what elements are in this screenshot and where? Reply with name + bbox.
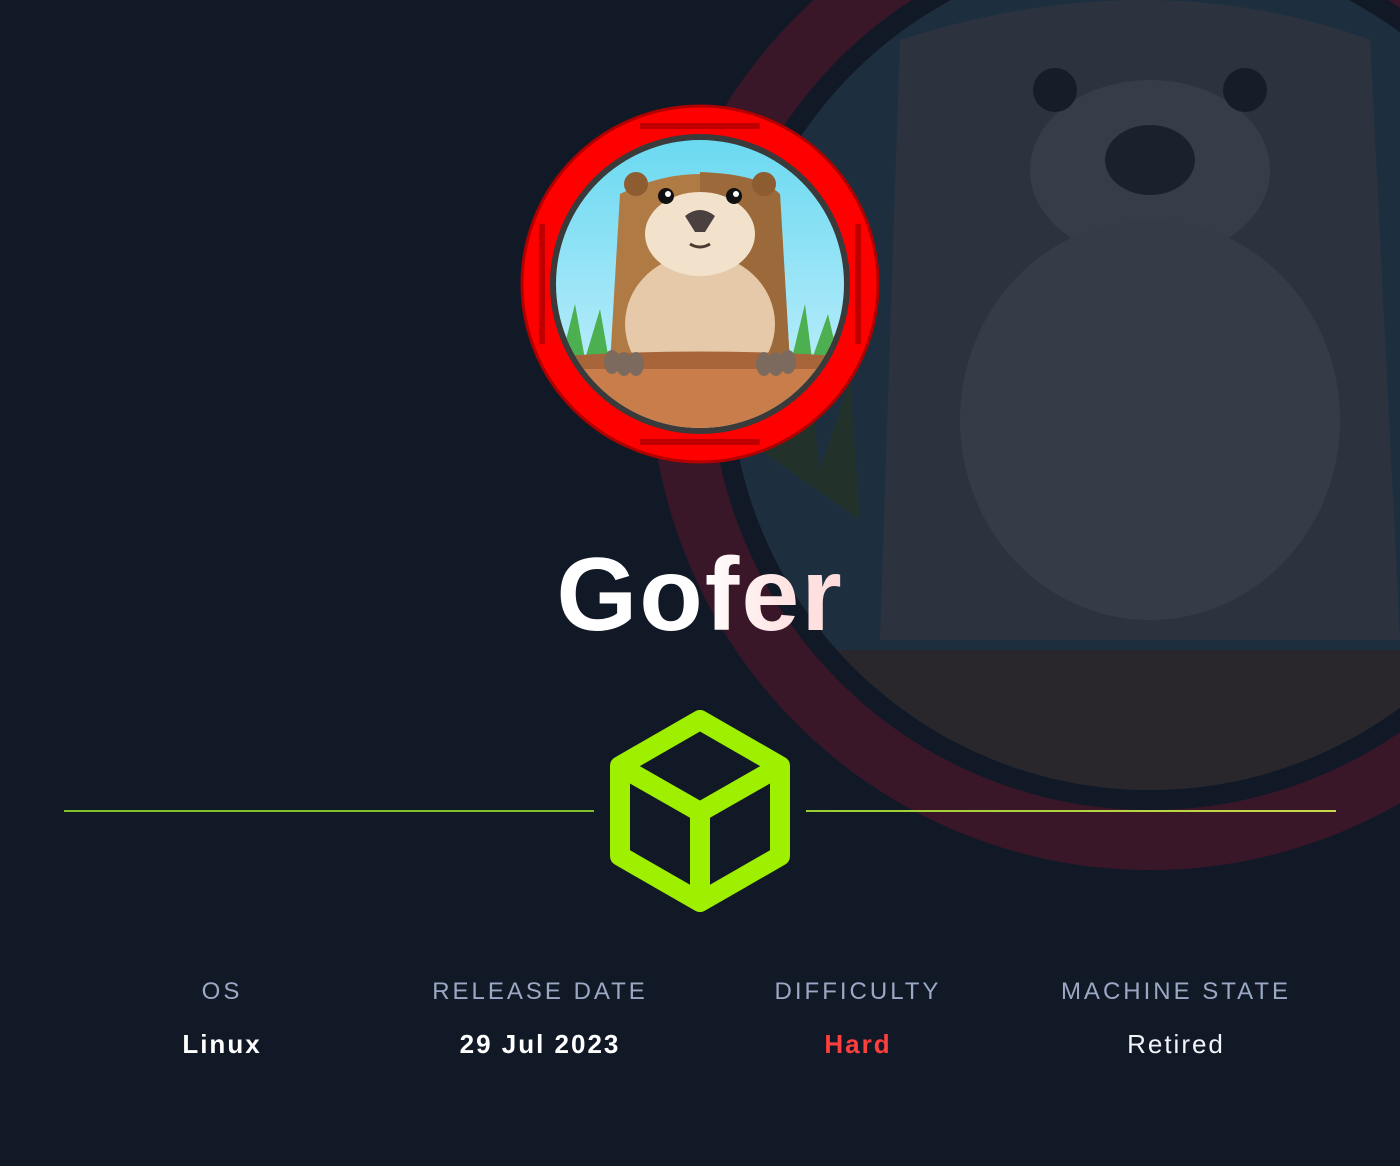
stat-value-os: Linux (182, 1029, 262, 1059)
stat-value-release-date: 29 Jul 2023 (459, 1029, 621, 1059)
stat-release-date: RELEASE DATE 29 Jul 2023 (380, 975, 700, 1059)
machine-stats: OS Linux RELEASE DATE 29 Jul 2023 DIFFIC… (0, 975, 1400, 1075)
stat-machine-state: MACHINE STATE Retired (1016, 975, 1336, 1059)
stat-os: OS Linux (62, 975, 382, 1059)
stat-label-machine-state: MACHINE STATE (1060, 978, 1292, 1005)
stat-label-release-date: RELEASE DATE (432, 978, 648, 1005)
stat-value-difficulty: Hard (824, 1029, 892, 1059)
cube-icon (610, 710, 790, 912)
stat-label-os: OS (201, 978, 243, 1005)
stat-value-machine-state: Retired (1127, 1029, 1225, 1059)
machine-name: Gofer (0, 540, 1400, 650)
machine-avatar (520, 104, 880, 464)
divider-left (64, 810, 594, 812)
stat-label-difficulty: DIFFICULTY (774, 978, 942, 1005)
divider-right (806, 810, 1336, 812)
stat-difficulty: DIFFICULTY Hard (698, 975, 1018, 1059)
